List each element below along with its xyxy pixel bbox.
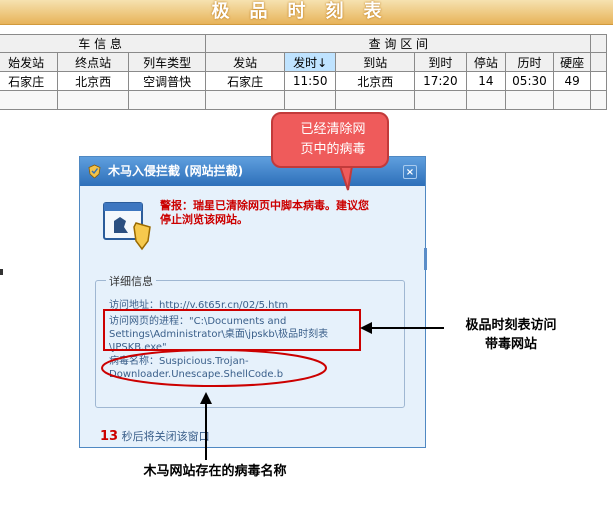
cell-arrive-time: 17:20 [414, 71, 467, 91]
process-line-3: \JPSKB.exe" [109, 342, 167, 353]
group-query-range: 查 询 区 间 [205, 34, 592, 53]
cell-origin: 石家庄 [0, 71, 59, 91]
warning-message: 警报：瑞星已清除网页中脚本病毒。建议您 停止浏览该网站。 [160, 199, 410, 227]
warning-line-2: 停止浏览该网站。 [160, 213, 248, 226]
cell-train-type: 空调普快 [128, 71, 207, 91]
callout-text: 已经清除网 页中的病毒 [287, 120, 379, 160]
scrollbar-fragment [424, 248, 427, 270]
details-fieldset: 详细信息 访问地址：http://v.6t65r.cn/02/5.htm 访问网… [95, 273, 405, 408]
group-header-row: 车 信 息 查 询 区 间 [0, 34, 607, 53]
details-legend: 详细信息 [106, 273, 156, 289]
col-header-depart-time[interactable]: 发时↓ [283, 52, 337, 72]
trojan-intercept-dialog: 木马入侵拦截 (网站拦截) × 警报：瑞星已清除网页中脚本病毒。建议您 停止浏览… [79, 156, 426, 448]
col-header-arrive-station[interactable]: 到站 [335, 52, 416, 72]
col-header-stops[interactable]: 停站 [465, 52, 507, 72]
col-header-terminus[interactable]: 终点站 [57, 52, 130, 72]
app-banner: 极品时刻表 [0, 0, 613, 25]
callout-line-2: 页中的病毒 [300, 142, 366, 157]
process-line-1: 访问网页的进程："C:\Documents and [109, 316, 287, 327]
cell-terminus: 北京西 [57, 71, 130, 91]
virus-name-line-2: Downloader.Unescape.ShellCode.b [109, 369, 284, 380]
callout-bubble: 已经清除网 页中的病毒 [271, 112, 389, 168]
column-header-row: 始发站 终点站 列车类型 发站 发时↓ 到站 到时 停站 历时 硬座 [0, 52, 607, 72]
banner-title: 极品时刻表 [211, 1, 402, 22]
col-header-arrive-time[interactable]: 到时 [414, 52, 467, 72]
table-row[interactable]: 石家庄 北京西 空调普快 石家庄 11:50 北京西 17:20 14 05:3… [0, 71, 607, 91]
countdown-seconds: 13 [100, 429, 119, 444]
right-annotation-line-2: 带毒网站 [484, 337, 537, 352]
table-row-empty [0, 90, 607, 110]
close-button[interactable]: × [403, 165, 417, 179]
auto-close-countdown: 13 秒后将关闭该窗口 [100, 428, 210, 444]
cell-arrive-station: 北京西 [335, 71, 416, 91]
col-header-depart-station[interactable]: 发站 [205, 52, 285, 72]
col-header-train-type[interactable]: 列车类型 [128, 52, 207, 72]
warning-line-1: 警报：瑞星已清除网页中脚本病毒。建议您 [160, 199, 369, 212]
col-header-duration[interactable]: 历时 [505, 52, 554, 72]
col-header-origin[interactable]: 始发站 [0, 52, 59, 72]
col-header-hard-seat[interactable]: 硬座 [552, 52, 592, 72]
rising-logo-icon [88, 164, 101, 179]
countdown-text: 秒后将关闭该窗口 [118, 430, 210, 443]
process-line-2: Settings\Administrator\桌面\jpskb\极品时刻表 [109, 329, 329, 340]
cell-duration: 05:30 [505, 71, 554, 91]
cell-stops: 14 [465, 71, 507, 91]
right-annotation: 极品时刻表访问 带毒网站 [446, 316, 576, 354]
virus-name-line-1: 病毒名称：Suspicious.Trojan- [109, 356, 249, 367]
timetable: 车 信 息 查 询 区 间 始发站 终点站 列车类型 发站 发时↓ 到站 到时 … [0, 34, 607, 110]
visit-url: 访问地址：http://v.6t65r.cn/02/5.htm [109, 300, 289, 311]
bottom-annotation: 木马网站存在的病毒名称 [143, 464, 287, 479]
callout-line-1: 已经清除网 [300, 122, 366, 137]
cell-depart-time: 11:50 [283, 71, 337, 91]
group-train-info: 车 信 息 [0, 34, 207, 53]
rising-shield-icon [103, 202, 151, 251]
left-edge-fragment [0, 269, 3, 275]
right-annotation-line-1: 极品时刻表访问 [465, 318, 557, 333]
dialog-title: 木马入侵拦截 (网站拦截) [108, 164, 244, 178]
cell-hard-seat: 49 [552, 71, 592, 91]
cell-depart-station: 石家庄 [205, 71, 285, 91]
